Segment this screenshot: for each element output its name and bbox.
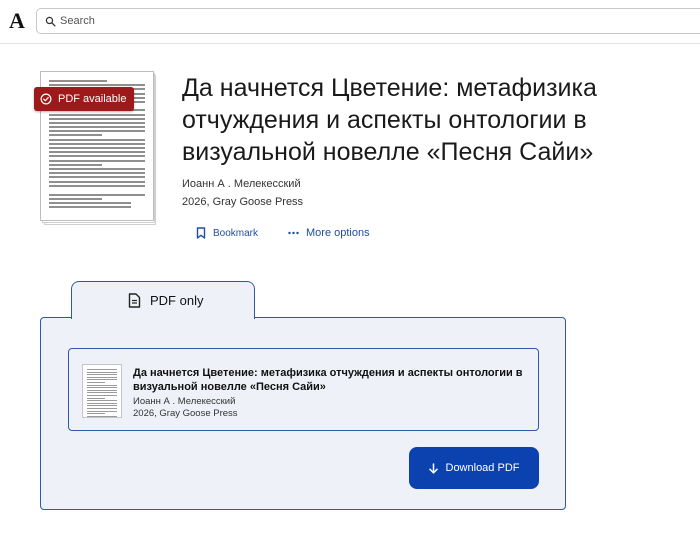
thumbnail-text-line bbox=[49, 184, 145, 187]
thumbnail-text-line bbox=[49, 151, 145, 154]
thumbnail-text-line bbox=[49, 159, 145, 162]
paper-title: Да начнется Цветение: метафизика отчужде… bbox=[182, 74, 597, 166]
thumbnail-text-line bbox=[49, 155, 145, 158]
arrow-down-icon bbox=[428, 462, 438, 474]
badge-label: PDF available bbox=[58, 93, 127, 105]
thumbnail-text-line bbox=[87, 387, 117, 389]
thumbnail-text-line bbox=[87, 407, 117, 409]
thumbnail-text-line bbox=[49, 206, 131, 209]
thumbnail-text-line bbox=[49, 147, 145, 149]
check-circle-icon bbox=[40, 93, 52, 105]
bookmark-label: Bookmark bbox=[213, 227, 259, 239]
thumbnail-text-line bbox=[49, 84, 145, 87]
pdf-available-badge: PDF available bbox=[34, 87, 135, 111]
tab-pdf-only[interactable]: PDF only bbox=[71, 281, 255, 319]
thumbnail-text-line bbox=[87, 381, 105, 383]
thumbnail-text-line bbox=[49, 142, 145, 145]
thumbnail-text-line bbox=[49, 193, 145, 196]
thumbnail-text-line bbox=[49, 121, 145, 124]
thumbnail-text-line bbox=[49, 130, 145, 133]
thumbnail-text-line bbox=[49, 138, 145, 141]
tab-label: PDF only bbox=[150, 293, 204, 308]
bookmark-button[interactable]: Bookmark bbox=[196, 227, 258, 239]
card-thumbnail bbox=[82, 364, 122, 418]
site-logo[interactable]: A bbox=[9, 8, 25, 34]
paper-author[interactable]: Иоанн А . Мелекесский bbox=[182, 178, 301, 190]
paper-actions: Bookmark More options bbox=[196, 227, 370, 239]
thumbnail-text-line bbox=[87, 379, 117, 381]
thumbnail-text-line bbox=[87, 376, 117, 378]
thumbnail-text-line bbox=[87, 374, 117, 376]
more-options-button[interactable]: More options bbox=[288, 227, 370, 239]
thumbnail-text-line bbox=[49, 176, 145, 179]
more-options-label: More options bbox=[306, 227, 370, 239]
search-input[interactable] bbox=[60, 15, 360, 27]
thumbnail-text-line bbox=[49, 113, 145, 116]
thumbnail-text-line bbox=[87, 392, 117, 394]
download-pdf-button[interactable]: Download PDF bbox=[409, 447, 539, 489]
more-horizontal-icon bbox=[288, 231, 299, 235]
paper-card[interactable]: Да начнется Цветение: метафизика отчужде… bbox=[68, 348, 539, 431]
card-publication-info: 2026, Gray Goose Press bbox=[133, 408, 238, 419]
paper-publication-info: 2026, Gray Goose Press bbox=[182, 196, 304, 208]
thumbnail-text-line bbox=[49, 167, 145, 170]
document-icon bbox=[128, 293, 141, 308]
thumbnail-text-line bbox=[87, 394, 117, 396]
thumbnail-text-line bbox=[49, 202, 131, 205]
thumbnail-text-line bbox=[87, 402, 117, 404]
thumbnail-text-line bbox=[49, 180, 145, 183]
thumbnail-text-line bbox=[49, 163, 102, 166]
search-icon bbox=[45, 16, 56, 27]
card-title: Да начнется Цветение: метафизика отчужде… bbox=[133, 367, 523, 393]
top-bar: A bbox=[0, 0, 700, 44]
thumbnail-text-line bbox=[49, 197, 102, 200]
thumbnail-text-line bbox=[87, 405, 117, 407]
thumbnail-text-line bbox=[87, 369, 117, 370]
thumbnail-text-line bbox=[49, 117, 145, 120]
search-box[interactable] bbox=[36, 8, 700, 34]
thumbnail-text-line bbox=[87, 410, 117, 412]
thumbnail-text-line bbox=[87, 397, 105, 399]
thumbnail-text-line bbox=[49, 172, 145, 175]
thumbnail-text-line bbox=[87, 371, 117, 373]
thumbnail-text-line bbox=[49, 126, 145, 129]
bookmark-icon bbox=[196, 227, 206, 239]
tab-panel-joint bbox=[72, 316, 254, 320]
thumbnail-text-line bbox=[87, 400, 117, 402]
thumbnail-text-line bbox=[87, 413, 105, 415]
thumbnail-text-line bbox=[87, 415, 117, 417]
thumbnail-text-line bbox=[49, 80, 107, 82]
thumbnail-text-line bbox=[87, 389, 117, 391]
download-label: Download PDF bbox=[445, 462, 520, 474]
card-author: Иоанн А . Мелекесский bbox=[133, 396, 236, 407]
thumbnail-text-line bbox=[87, 384, 117, 386]
thumbnail-text-line bbox=[49, 134, 102, 137]
